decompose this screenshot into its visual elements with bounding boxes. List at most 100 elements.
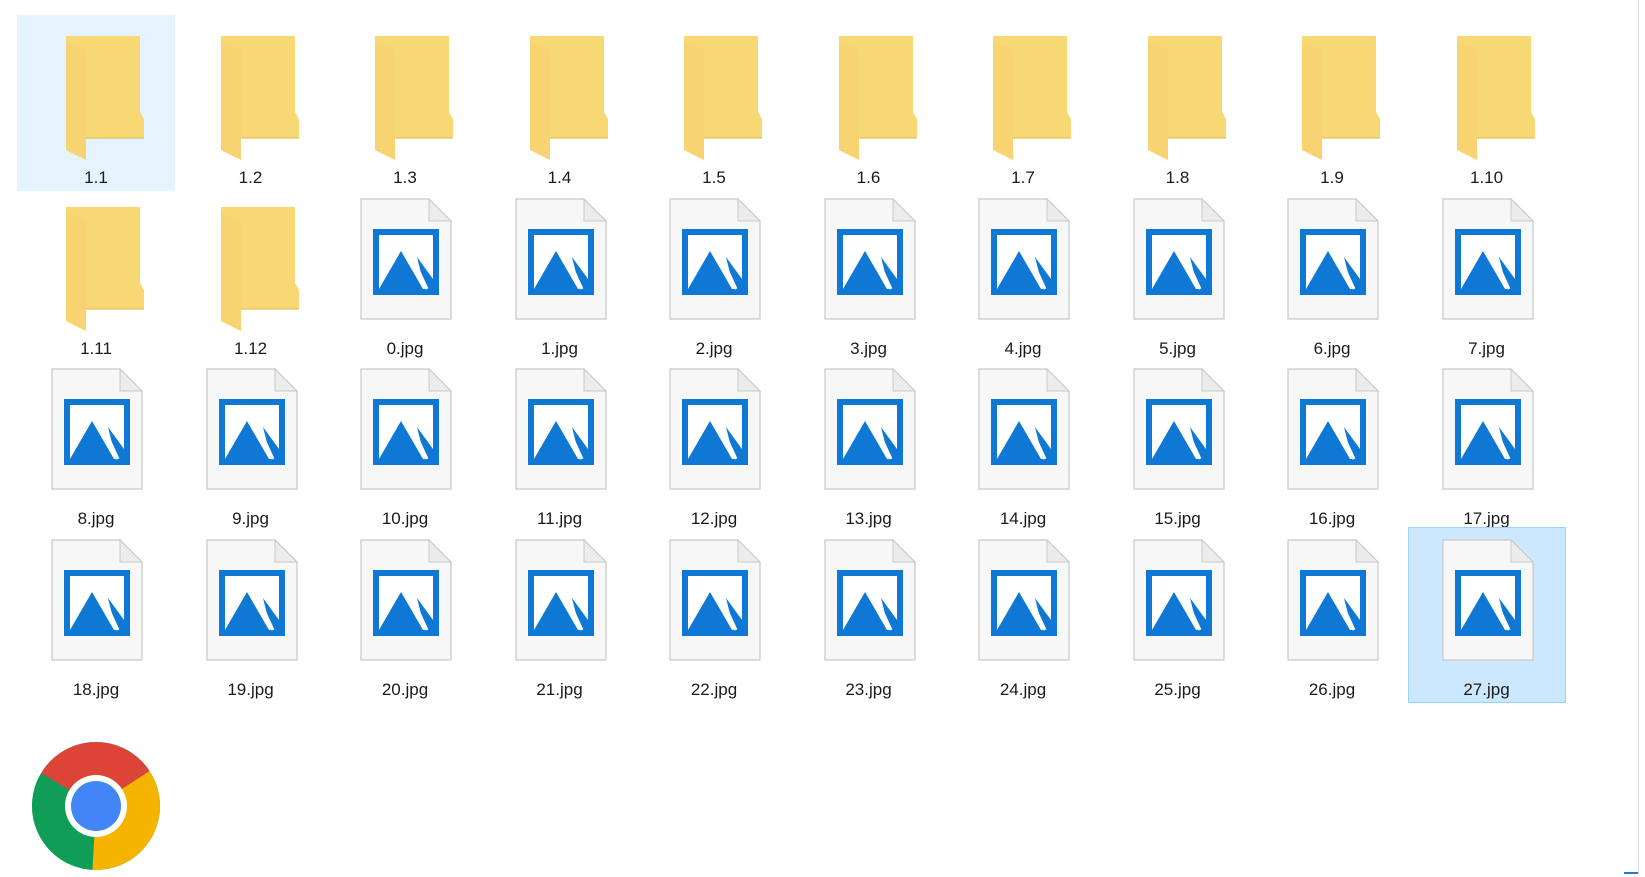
item-thumbnail bbox=[1100, 193, 1256, 333]
image-file-icon bbox=[1132, 367, 1225, 490]
folder-item[interactable]: 1.3 bbox=[326, 15, 484, 191]
item-thumbnail bbox=[1254, 363, 1410, 503]
image-file-item[interactable]: 22.jpg bbox=[635, 527, 793, 703]
item-thumbnail bbox=[1409, 363, 1565, 503]
image-file-icon bbox=[978, 197, 1071, 320]
image-file-item[interactable]: 23.jpg bbox=[790, 527, 948, 703]
item-thumbnail bbox=[1409, 22, 1565, 162]
image-file-item[interactable]: 6.jpg bbox=[1253, 186, 1411, 362]
image-file-item[interactable]: 27.jpg bbox=[1407, 526, 1566, 703]
item-thumbnail bbox=[18, 363, 174, 503]
folder-item[interactable]: 1.1 bbox=[17, 15, 175, 191]
image-file-icon bbox=[1441, 367, 1534, 490]
image-file-icon bbox=[669, 197, 762, 320]
image-file-icon bbox=[669, 538, 762, 661]
item-thumbnail bbox=[327, 193, 483, 333]
item-label: 24.jpg bbox=[999, 679, 1047, 699]
image-file-icon bbox=[823, 197, 916, 320]
image-file-item[interactable]: 4.jpg bbox=[944, 186, 1102, 362]
item-thumbnail bbox=[482, 22, 638, 162]
image-file-icon bbox=[360, 538, 453, 661]
file-view[interactable]: 1.1 1.2 1.3 1.4 1.5 1.6 1.7 1.8 1.9 1.10… bbox=[0, 0, 1645, 874]
folder-icon bbox=[220, 206, 299, 331]
image-file-icon bbox=[978, 367, 1071, 490]
image-file-item[interactable]: 25.jpg bbox=[1099, 527, 1257, 703]
folder-item[interactable]: 1.2 bbox=[172, 15, 330, 191]
image-file-item[interactable]: 24.jpg bbox=[944, 527, 1102, 703]
image-file-icon bbox=[1441, 538, 1534, 661]
item-thumbnail bbox=[18, 193, 174, 333]
image-file-icon bbox=[360, 367, 453, 490]
folder-item[interactable]: 1.4 bbox=[481, 15, 639, 191]
folder-item[interactable]: 1.7 bbox=[944, 15, 1102, 191]
folder-icon bbox=[993, 36, 1071, 160]
folder-icon bbox=[66, 206, 144, 331]
item-thumbnail bbox=[791, 534, 947, 674]
image-file-item[interactable]: 5.jpg bbox=[1099, 186, 1257, 362]
image-file-item[interactable]: 8.jpg bbox=[17, 356, 175, 532]
item-thumbnail bbox=[173, 22, 329, 162]
chrome-icon[interactable] bbox=[30, 740, 162, 872]
folder-item[interactable]: 1.10 bbox=[1408, 15, 1566, 191]
image-file-item[interactable]: 16.jpg bbox=[1253, 356, 1411, 532]
item-thumbnail bbox=[636, 534, 792, 674]
item-thumbnail bbox=[18, 534, 174, 674]
image-file-item[interactable]: 19.jpg bbox=[172, 527, 330, 703]
item-label: 18.jpg bbox=[72, 679, 120, 699]
folder-icon bbox=[66, 36, 144, 160]
image-file-icon bbox=[1132, 538, 1225, 661]
item-thumbnail bbox=[1100, 534, 1256, 674]
image-file-icon bbox=[1287, 538, 1380, 661]
image-file-item[interactable]: 26.jpg bbox=[1253, 527, 1411, 703]
chrome-logo bbox=[32, 742, 160, 870]
image-file-item[interactable]: 17.jpg bbox=[1408, 356, 1566, 532]
image-file-item[interactable]: 18.jpg bbox=[17, 527, 175, 703]
image-file-item[interactable]: 10.jpg bbox=[326, 356, 484, 532]
image-file-item[interactable]: 20.jpg bbox=[326, 527, 484, 703]
image-file-item[interactable]: 11.jpg bbox=[481, 356, 639, 532]
folder-item[interactable]: 1.5 bbox=[635, 15, 793, 191]
image-file-icon bbox=[1132, 197, 1225, 320]
item-thumbnail bbox=[945, 534, 1101, 674]
folder-item[interactable]: 1.8 bbox=[1099, 15, 1257, 191]
item-label: 19.jpg bbox=[227, 679, 274, 699]
folder-icon bbox=[529, 36, 608, 160]
image-file-item[interactable]: 21.jpg bbox=[481, 527, 639, 703]
image-file-item[interactable]: 12.jpg bbox=[635, 356, 793, 532]
folder-item[interactable]: 1.6 bbox=[790, 15, 948, 191]
item-thumbnail bbox=[791, 363, 947, 503]
folder-item[interactable]: 1.9 bbox=[1253, 15, 1411, 191]
item-label: 20.jpg bbox=[381, 679, 429, 699]
image-file-item[interactable]: 7.jpg bbox=[1408, 186, 1566, 362]
item-label: 26.jpg bbox=[1308, 679, 1356, 699]
image-file-item[interactable]: 1.jpg bbox=[481, 186, 639, 362]
folder-icon bbox=[375, 36, 453, 160]
image-file-item[interactable]: 15.jpg bbox=[1099, 356, 1257, 532]
image-file-item[interactable]: 3.jpg bbox=[790, 186, 948, 362]
item-thumbnail bbox=[945, 363, 1101, 503]
item-thumbnail bbox=[1409, 193, 1565, 333]
item-thumbnail bbox=[1100, 22, 1256, 162]
folder-item[interactable]: 1.11 bbox=[17, 186, 175, 362]
image-file-icon bbox=[360, 197, 453, 320]
folder-item[interactable]: 1.12 bbox=[172, 186, 330, 362]
scrollbar-edge bbox=[1638, 0, 1639, 874]
image-file-item[interactable]: 13.jpg bbox=[790, 356, 948, 532]
image-file-icon bbox=[1441, 197, 1534, 320]
item-thumbnail bbox=[1254, 22, 1410, 162]
folder-icon bbox=[684, 36, 762, 160]
item-thumbnail bbox=[482, 193, 638, 333]
image-file-item[interactable]: 9.jpg bbox=[172, 356, 330, 532]
item-label: 23.jpg bbox=[845, 679, 892, 699]
item-thumbnail bbox=[18, 22, 174, 162]
item-thumbnail bbox=[173, 363, 329, 503]
item-thumbnail bbox=[173, 193, 329, 333]
image-file-icon bbox=[823, 367, 916, 490]
item-thumbnail bbox=[1409, 534, 1565, 674]
image-file-icon bbox=[978, 538, 1071, 661]
image-file-icon bbox=[669, 367, 762, 490]
image-file-item[interactable]: 2.jpg bbox=[635, 186, 793, 362]
item-thumbnail bbox=[636, 22, 792, 162]
image-file-item[interactable]: 14.jpg bbox=[944, 356, 1102, 532]
image-file-item[interactable]: 0.jpg bbox=[326, 186, 484, 362]
